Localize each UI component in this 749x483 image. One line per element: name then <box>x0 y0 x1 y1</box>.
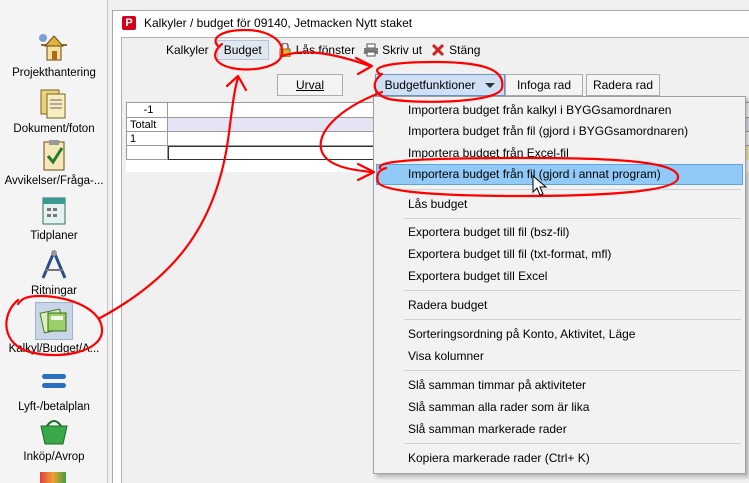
menu-item-merge-equal-rows[interactable]: Slå samman alla rader som är lika <box>376 397 743 418</box>
print-label: Skriv ut <box>382 43 423 57</box>
sidebar-item-label: Avvikelser/Fråga-... <box>4 175 104 187</box>
menu-item-export-bsz[interactable]: Exportera budget till fil (bsz-fil) <box>376 222 743 243</box>
menu-separator <box>404 218 741 219</box>
chart-icon <box>40 472 66 483</box>
urval-label: Urval <box>295 78 324 92</box>
menu-separator <box>404 319 741 320</box>
menu-item-export-excel[interactable]: Exportera budget till Excel <box>376 266 743 287</box>
sidebar-item-label: Ritningar <box>30 285 78 297</box>
lock-window-label: Lås fönster <box>295 43 356 57</box>
basket-icon <box>37 414 71 448</box>
urval-button[interactable]: Urval <box>277 74 343 96</box>
menu-item-copy-selected-rows[interactable]: Kopiera markerade rader (Ctrl+ K) <box>376 448 743 469</box>
menu-item-import-from-kalkyl[interactable]: Importera budget från kalkyl i BYGGsamor… <box>376 100 743 121</box>
tab-toolbar: Kalkyler Budget Lås fönster Skriv ut Stä… <box>122 38 749 62</box>
budget-toolbar: Urval Budgetfunktioner Infoga rad Radera… <box>122 74 749 98</box>
menu-item-lock-budget[interactable]: Lås budget <box>376 194 743 215</box>
menu-item-export-txt[interactable]: Exportera budget till fil (txt-format, m… <box>376 244 743 265</box>
grid-header-cell: -1 <box>126 102 168 118</box>
menu-separator <box>404 189 741 190</box>
sidebar-item-label: Projekthantering <box>12 67 96 79</box>
sidebar-item-tidplaner[interactable]: Tidplaner <box>0 193 108 243</box>
infoga-rad-button[interactable]: Infoga rad <box>505 74 583 96</box>
clipboard-check-icon <box>37 138 71 172</box>
menu-item-show-columns[interactable]: Visa kolumner <box>376 346 743 367</box>
sidebar-item-lyft-betalplan[interactable]: Lyft-/betalplan <box>0 364 108 414</box>
sidebar-item-inkop-avrop[interactable]: Inköp/Avrop <box>0 414 108 464</box>
print-button[interactable]: Skriv ut <box>363 43 422 57</box>
printer-icon <box>363 43 379 57</box>
radera-rad-label: Radera rad <box>592 78 654 92</box>
menu-item-sort-order[interactable]: Sorteringsordning på Konto, Aktivitet, L… <box>376 324 743 345</box>
menu-separator <box>404 443 741 444</box>
house-icon <box>37 30 71 64</box>
lock-window-button[interactable]: Lås fönster <box>277 42 356 58</box>
calculator-icon <box>35 302 73 340</box>
sidebar-item-label: Dokument/foton <box>13 123 95 135</box>
tab-kalkyler[interactable]: Kalkyler <box>160 41 215 59</box>
sidebar-item-projekthantering[interactable]: Projekthantering <box>0 30 108 80</box>
budgetfunktioner-label: Budgetfunktioner <box>384 78 476 92</box>
menu-item-merge-selected-rows[interactable]: Slå samman markerade rader <box>376 419 743 440</box>
menu-item-merge-hours[interactable]: Slå samman timmar på aktiviteter <box>376 375 743 396</box>
module-sidebar: Projekthantering Dokument/foton Avvikels… <box>0 0 108 483</box>
grid-row-label: Totalt <box>126 118 168 132</box>
chevron-down-icon <box>485 82 496 88</box>
sidebar-item-label: Tidplaner <box>30 230 78 242</box>
sidebar-item-avvikelser[interactable]: Avvikelser/Fråga-... <box>0 138 108 188</box>
infoga-rad-label: Infoga rad <box>516 78 572 92</box>
documents-icon <box>37 86 71 120</box>
radera-rad-button[interactable]: Radera rad <box>586 74 660 96</box>
sidebar-item-label: Inköp/Avrop <box>23 451 85 463</box>
close-icon <box>430 43 446 57</box>
close-button[interactable]: Stäng <box>430 43 480 57</box>
drawing-compass-icon <box>37 248 71 282</box>
equals-icon <box>37 364 71 398</box>
window-titlebar: P Kalkyler / budget för 09140, Jetmacken… <box>113 11 749 35</box>
menu-separator <box>404 290 741 291</box>
lock-icon <box>277 42 293 58</box>
sidebar-item-label: Kalkyl/Budget/A... <box>8 343 100 355</box>
menu-item-import-from-excel[interactable]: Importera budget från Excel-fil <box>376 143 743 164</box>
grid-row-label <box>126 146 168 160</box>
menu-item-import-from-bygg-file[interactable]: Importera budget från fil (gjord i BYGGs… <box>376 121 743 142</box>
menu-item-delete-budget[interactable]: Radera budget <box>376 295 743 316</box>
menu-separator <box>404 370 741 371</box>
menu-item-import-from-other-program[interactable]: Importera budget från fil (gjord i annat… <box>376 164 743 185</box>
calendar-icon <box>37 193 71 227</box>
window-title: Kalkyler / budget för 09140, Jetmacken N… <box>144 16 413 30</box>
budgetfunktioner-button[interactable]: Budgetfunktioner <box>375 74 505 96</box>
sidebar-item-ritningar[interactable]: Ritningar <box>0 248 108 298</box>
grid-row-label: 1 <box>126 132 168 146</box>
close-label: Stäng <box>449 43 481 57</box>
sidebar-item-label: Lyft-/betalplan <box>18 401 90 413</box>
budgetfunktioner-menu: Importera budget från kalkyl i BYGGsamor… <box>373 96 746 474</box>
tab-budget[interactable]: Budget <box>216 40 269 60</box>
sidebar-item-kalkyl-budget[interactable]: Kalkyl/Budget/A... <box>0 302 108 356</box>
sidebar-item-dokument[interactable]: Dokument/foton <box>0 86 108 136</box>
app-logo-icon: P <box>122 16 136 30</box>
